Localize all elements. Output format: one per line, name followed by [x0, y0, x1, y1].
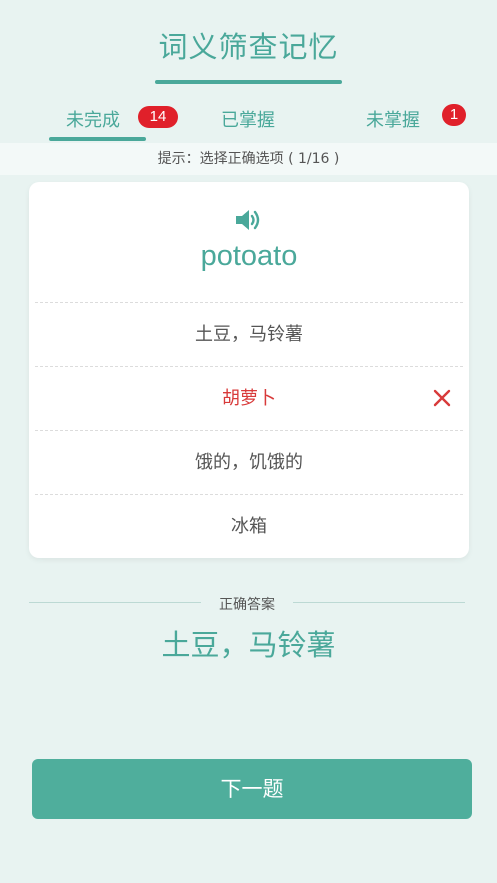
speaker-icon[interactable]	[234, 207, 264, 233]
not-mastered-count-badge: 1	[442, 104, 466, 126]
answer-label: 正确答案	[219, 597, 275, 613]
divider-line-right	[293, 602, 465, 603]
option-label: 饿的，饥饿的	[195, 452, 303, 473]
incomplete-count-badge: 14	[138, 106, 178, 128]
tab-incomplete[interactable]: 未完成	[66, 106, 120, 132]
tab-not-mastered[interactable]: 未掌握	[366, 106, 420, 132]
option-label: 胡萝卜	[222, 388, 276, 409]
question-card: potoato 土豆，马铃薯 胡萝卜 饿的，饥饿的 冰箱	[29, 182, 469, 558]
screen: 词义筛查记忆 未完成 14 已掌握 未掌握 1 提示：选择正确选项 ( 1/16…	[0, 0, 497, 883]
option-2-wrong[interactable]: 胡萝卜	[35, 366, 463, 430]
answer-divider: 正确答案	[29, 594, 465, 614]
option-label: 土豆，马铃薯	[195, 324, 303, 345]
correct-answer: 土豆，马铃薯	[161, 628, 336, 662]
hint-text: 提示：选择正确选项 ( 1/16 )	[0, 143, 497, 175]
tab-bar: 未完成 14 已掌握 未掌握 1	[0, 100, 497, 142]
active-tab-indicator	[49, 137, 146, 141]
divider-line-left	[29, 602, 201, 603]
option-label: 冰箱	[231, 516, 267, 537]
title-underline	[155, 80, 342, 84]
option-3[interactable]: 饿的，饥饿的	[35, 430, 463, 494]
close-icon	[433, 389, 451, 407]
tab-mastered[interactable]: 已掌握	[221, 106, 275, 132]
option-4[interactable]: 冰箱	[35, 494, 463, 558]
page-title: 词义筛查记忆	[158, 30, 339, 64]
option-1[interactable]: 土豆，马铃薯	[35, 302, 463, 366]
next-question-button[interactable]: 下一题	[32, 759, 472, 819]
question-word: potoato	[200, 240, 298, 272]
